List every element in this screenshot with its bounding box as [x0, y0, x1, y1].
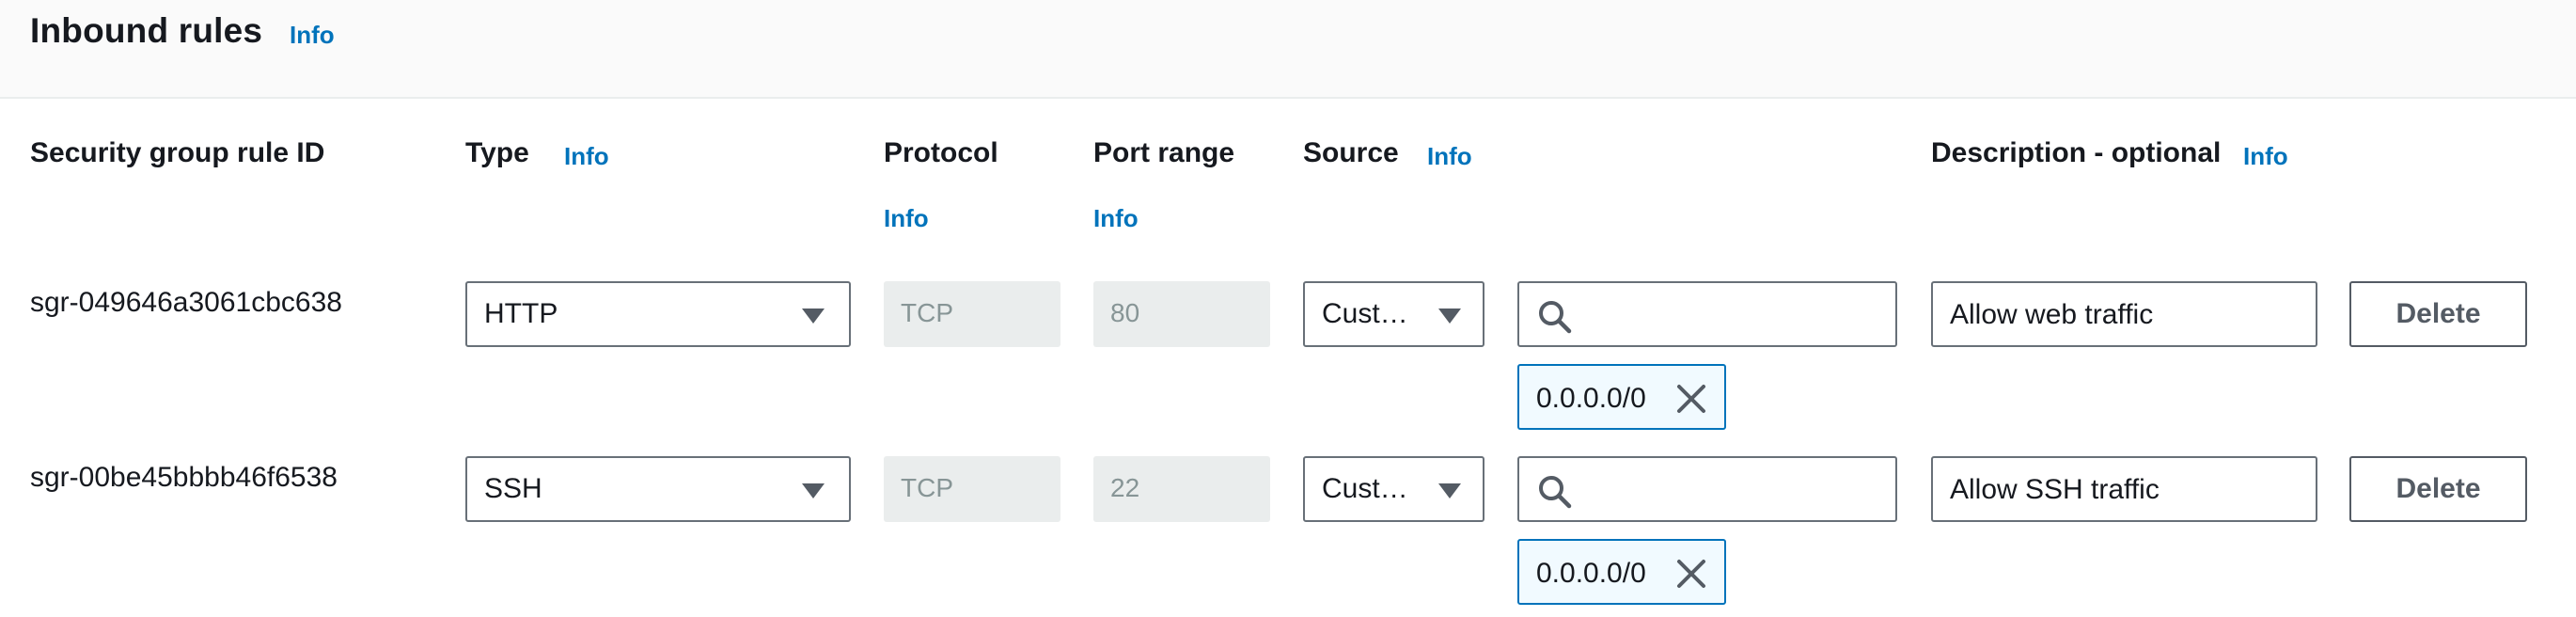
close-icon[interactable] [1675, 383, 1707, 415]
delete-button[interactable]: Delete [2349, 281, 2527, 347]
description-value: Allow web traffic [1950, 299, 2154, 330]
close-icon[interactable] [1675, 558, 1707, 590]
protocol-value: TCP [901, 473, 953, 502]
col-header-type: Type [465, 137, 529, 168]
type-select-value: HTTP [484, 298, 558, 329]
source-cidr-token: 0.0.0.0/0 [1517, 539, 1726, 605]
col-header-port-range: Port range [1093, 137, 1235, 168]
port-range-value: 80 [1110, 298, 1140, 327]
source-type-value: Cust… [1322, 298, 1408, 329]
caret-down-icon [1438, 308, 1461, 324]
description-field[interactable]: Allow web traffic [1931, 281, 2317, 347]
caret-down-icon [802, 483, 825, 498]
delete-button-label: Delete [2395, 473, 2481, 504]
protocol-field: TCP [884, 281, 1060, 347]
source-search-input[interactable] [1585, 462, 1839, 516]
source-search[interactable] [1517, 281, 1897, 347]
description-field[interactable]: Allow SSH traffic [1931, 456, 2317, 522]
search-icon [1539, 301, 1572, 334]
delete-button-label: Delete [2395, 298, 2481, 329]
cidr-token-label: 0.0.0.0/0 [1536, 383, 1646, 414]
source-search[interactable] [1517, 456, 1897, 522]
port-range-value: 22 [1110, 473, 1140, 502]
col-header-source: Source [1303, 137, 1399, 168]
port-range-field: 80 [1093, 281, 1270, 347]
type-select[interactable]: HTTP [465, 281, 851, 347]
caret-down-icon [802, 308, 825, 324]
description-info-link[interactable]: Info [2243, 142, 2288, 171]
description-value: Allow SSH traffic [1950, 474, 2160, 505]
port-range-info-link[interactable]: Info [1093, 204, 1139, 233]
source-info-link[interactable]: Info [1427, 142, 1472, 171]
section-title: Inbound rules [30, 11, 263, 50]
caret-down-icon [1438, 483, 1461, 498]
delete-button[interactable]: Delete [2349, 456, 2527, 522]
search-icon [1539, 476, 1572, 509]
source-type-value: Cust… [1322, 473, 1408, 504]
type-select[interactable]: SSH [465, 456, 851, 522]
cidr-token-label: 0.0.0.0/0 [1536, 558, 1646, 589]
source-type-select[interactable]: Cust… [1303, 456, 1484, 522]
port-range-field: 22 [1093, 456, 1270, 522]
col-header-description: Description - optional [1931, 137, 2222, 168]
rule-id: sgr-00be45bbbb46f6538 [30, 462, 338, 493]
source-search-input[interactable] [1585, 287, 1839, 341]
section-info-link[interactable]: Info [290, 21, 335, 50]
col-header-rule-id: Security group rule ID [30, 137, 325, 168]
type-info-link[interactable]: Info [564, 142, 609, 171]
panel-header [0, 0, 2576, 99]
source-type-select[interactable]: Cust… [1303, 281, 1484, 347]
type-select-value: SSH [484, 473, 542, 504]
protocol-info-link[interactable]: Info [884, 204, 929, 233]
source-cidr-token: 0.0.0.0/0 [1517, 364, 1726, 430]
col-header-protocol: Protocol [884, 137, 998, 168]
protocol-field: TCP [884, 456, 1060, 522]
protocol-value: TCP [901, 298, 953, 327]
rule-id: sgr-049646a3061cbc638 [30, 287, 342, 318]
